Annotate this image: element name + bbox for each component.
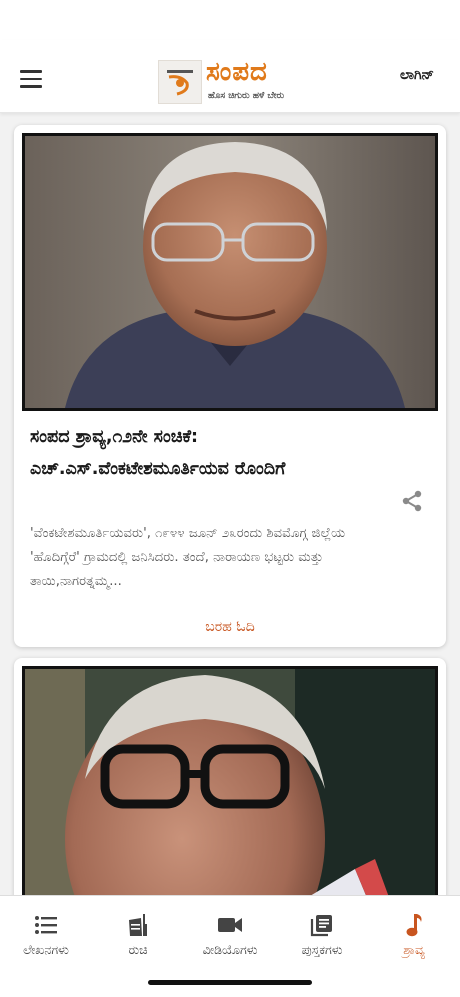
nav-item-articles[interactable]: ಲೇಖನಗಳು (0, 912, 92, 958)
logo-title: ಸಂಪದ (206, 57, 268, 87)
video-icon (184, 912, 276, 938)
nav-item-audio[interactable]: ಶ್ರಾವ್ಯ (368, 912, 460, 958)
app-header: ಸಂಪದ ಹೊಸ ಚಿಗುರು ಹಳೆ ಬೇರು ಲಾಗಿನ್ (0, 40, 460, 113)
site-logo[interactable]: ಸಂಪದ ಹೊಸ ಚಿಗುರು ಹಳೆ ಬೇರು (158, 57, 308, 105)
share-icon[interactable] (400, 489, 424, 513)
list-icon (0, 912, 92, 938)
hamburger-menu-icon[interactable] (20, 70, 42, 88)
books-icon (276, 912, 368, 938)
logo-tagline: ಹೊಸ ಚಿಗುರು ಹಳೆ ಬೇರು (208, 91, 285, 101)
feed-card[interactable]: ಸಂಪದ ಶ್ರಾವ್ಯ,೧೨ನೇ ಸಂಚಿಕೆ: ಎಚ್.ಎಸ್.ವೆಂಕಟೇ… (14, 125, 446, 647)
article-thumbnail[interactable] (22, 666, 438, 895)
recipe-icon (92, 912, 184, 938)
music-note-icon (368, 912, 460, 938)
nav-item-books[interactable]: ಪುಸ್ತಕಗಳು (276, 912, 368, 958)
logo-emblem (158, 60, 202, 104)
nav-label: ಲೇಖನಗಳು (23, 942, 69, 957)
article-title[interactable]: ಸಂಪದ ಶ್ರಾವ್ಯ,೧೨ನೇ ಸಂಚಿಕೆ: ಎಚ್.ಎಸ್.ವೆಂಕಟೇ… (30, 421, 390, 485)
article-feed: ಸಂಪದ ಶ್ರಾವ್ಯ,೧೨ನೇ ಸಂಚಿಕೆ: ಎಚ್.ಎಸ್.ವೆಂಕಟೇ… (0, 113, 460, 895)
nav-label: ಶ್ರಾವ್ಯ (403, 942, 425, 957)
nav-label: ಪುಸ್ತಕಗಳು (301, 942, 343, 957)
article-thumbnail[interactable] (22, 133, 438, 411)
read-more-link[interactable]: ಬರಹ ಓದಿ (14, 619, 446, 635)
login-button[interactable]: ಲಾಗಿನ್ (400, 67, 434, 83)
article-excerpt: 'ವೆಂಕಟೇಶಮೂರ್ತಿಯವರು', ೧೯೪೪ ಜೂನ್ ೨೩ರಂದು ಶಿ… (30, 526, 346, 589)
nav-label: ರುಚಿ (128, 942, 148, 957)
nav-item-videos[interactable]: ವೀಡಿಯೊಗಳು (184, 912, 276, 958)
nav-label: ವೀಡಿಯೊಗಳು (202, 942, 258, 957)
home-indicator (148, 980, 312, 985)
feed-card[interactable] (14, 658, 446, 895)
nav-item-recipes[interactable]: ರುಚಿ (92, 912, 184, 958)
